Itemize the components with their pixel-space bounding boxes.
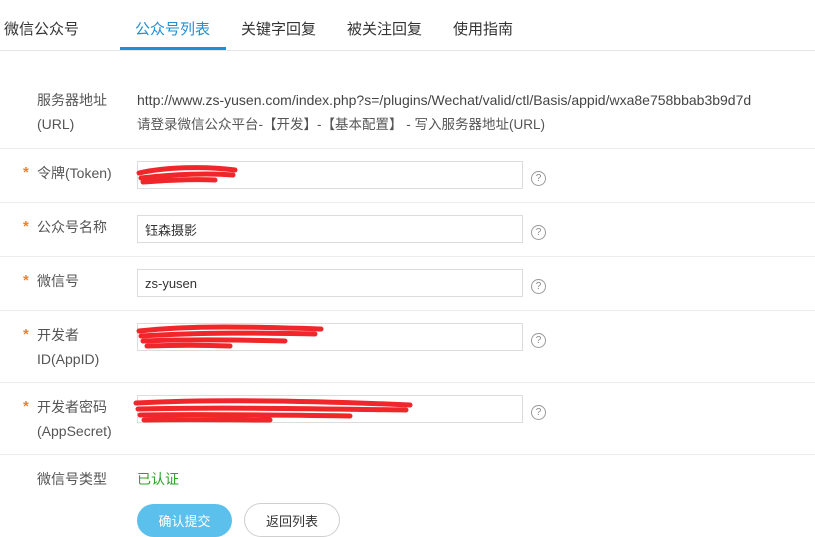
token-input[interactable]	[137, 161, 523, 189]
top-nav: 微信公众号 公众号列表 关键字回复 被关注回复 使用指南	[0, 0, 815, 51]
tab-keyword-reply[interactable]: 关键字回复	[241, 18, 316, 39]
server-url-hint: 请登录微信公众平台-【开发】-【基本配置】 - 写入服务器地址(URL)	[137, 117, 545, 132]
required-star: *	[23, 398, 29, 415]
account-name-label: 公众号名称	[37, 219, 107, 235]
app-id-label-sub: ID(AppID)	[37, 351, 100, 367]
required-star: *	[23, 164, 29, 181]
app-id-label: 开发者	[37, 327, 79, 343]
app-id-input[interactable]	[137, 323, 523, 351]
back-to-list-button[interactable]: 返回列表	[244, 503, 340, 537]
server-url-value: http://www.zs-yusen.com/index.php?s=/plu…	[137, 92, 752, 108]
server-url-label-sub: (URL)	[37, 116, 75, 132]
account-name-input[interactable]	[137, 215, 523, 243]
tab-account-list[interactable]: 公众号列表	[135, 18, 210, 39]
token-help-icon[interactable]: ?	[531, 171, 546, 186]
wechat-id-row: * 微信号 ?	[0, 256, 815, 311]
required-star: *	[23, 326, 29, 343]
app-secret-help-icon[interactable]: ?	[531, 405, 546, 420]
tab-follow-reply[interactable]: 被关注回复	[347, 18, 422, 39]
token-row: * 令牌(Token) ?	[0, 148, 815, 203]
account-type-label: 微信号类型	[37, 471, 107, 487]
app-secret-label-sub: (AppSecret)	[37, 423, 112, 439]
required-star: *	[23, 218, 29, 235]
token-label: 令牌(Token)	[37, 165, 112, 181]
app-title: 微信公众号	[4, 21, 80, 38]
server-url-row: 服务器地址 (URL) http://www.zs-yusen.com/inde…	[0, 77, 815, 149]
app-secret-input[interactable]	[137, 395, 523, 423]
required-star: *	[23, 272, 29, 289]
app-id-help-icon[interactable]: ?	[531, 333, 546, 348]
server-url-label: 服务器地址	[37, 92, 107, 108]
wechat-id-input[interactable]	[137, 269, 523, 297]
wechat-id-help-icon[interactable]: ?	[531, 279, 546, 294]
submit-button[interactable]: 确认提交	[137, 504, 232, 537]
wechat-id-label: 微信号	[37, 273, 79, 289]
app-secret-row: * 开发者密码 (AppSecret) ?	[0, 382, 815, 455]
active-tab-indicator	[120, 47, 226, 50]
account-name-help-icon[interactable]: ?	[531, 225, 546, 240]
account-name-row: * 公众号名称 ?	[0, 202, 815, 257]
app-secret-label: 开发者密码	[37, 399, 107, 415]
app-id-row: * 开发者 ID(AppID) ?	[0, 310, 815, 383]
tab-usage-guide[interactable]: 使用指南	[453, 18, 513, 39]
account-type-value: 已认证	[137, 471, 179, 487]
